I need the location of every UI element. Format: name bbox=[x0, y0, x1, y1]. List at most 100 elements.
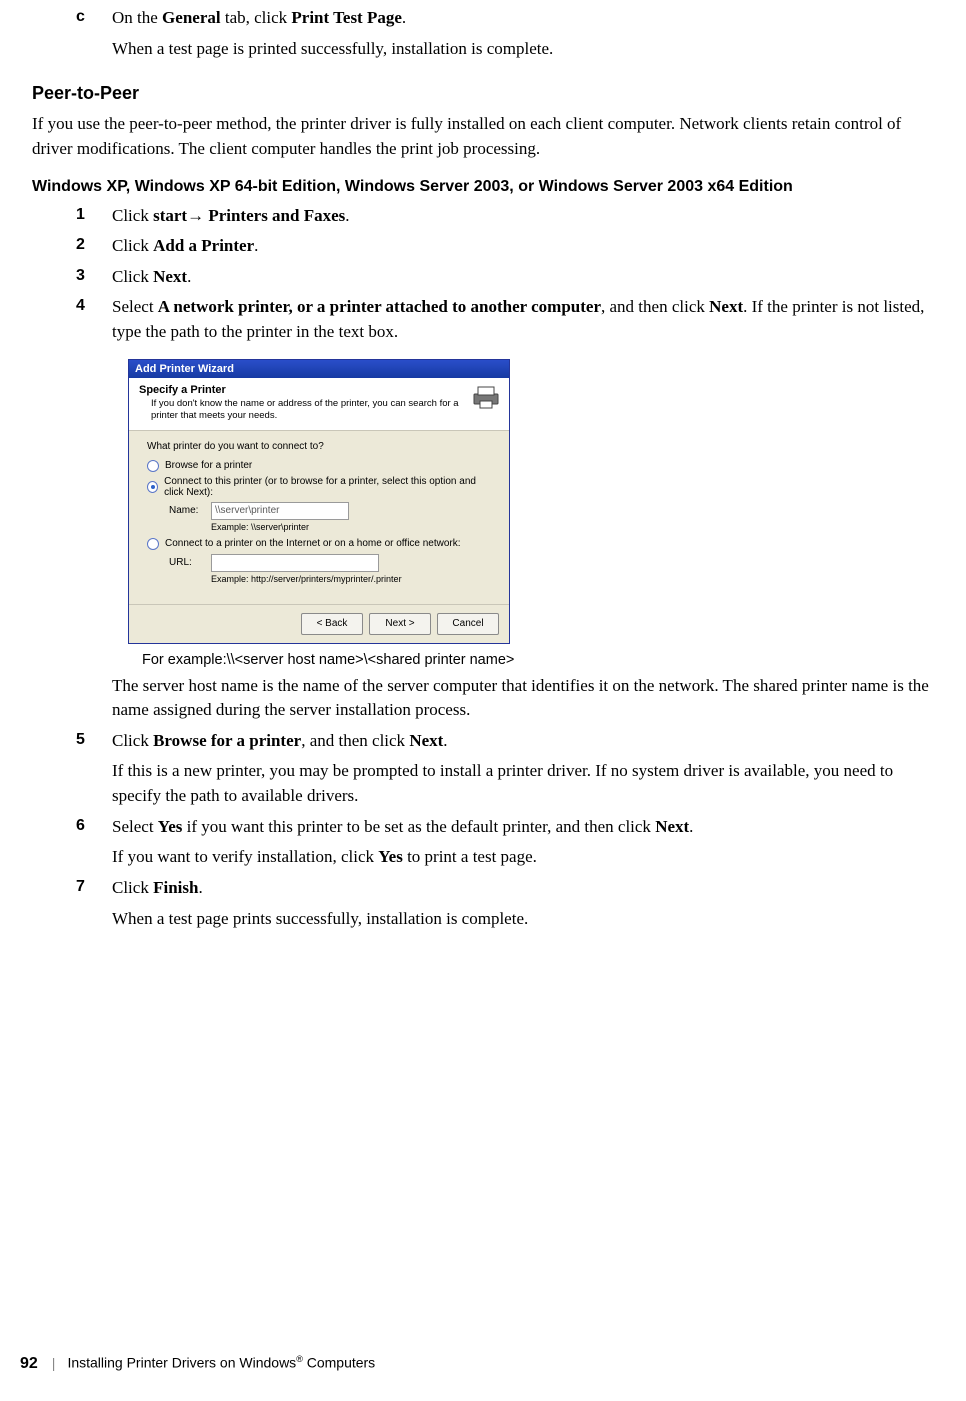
text: . bbox=[345, 206, 349, 225]
bold-printers-faxes: Printers and Faxes bbox=[208, 206, 345, 225]
heading-windows-editions: Windows XP, Windows XP 64-bit Edition, W… bbox=[32, 178, 934, 196]
bold-next: Next bbox=[153, 267, 187, 286]
text: Click bbox=[112, 878, 153, 897]
step-mark: 3 bbox=[76, 265, 112, 285]
step-7-after: When a test page prints successfully, in… bbox=[112, 907, 934, 932]
text: . bbox=[254, 236, 258, 255]
wizard-window: Add Printer Wizard Specify a Printer If … bbox=[128, 359, 510, 644]
step-6-after: If you want to verify installation, clic… bbox=[112, 845, 934, 870]
radio-unselected-icon bbox=[147, 538, 159, 550]
bold-print-test-page: Print Test Page bbox=[291, 8, 402, 27]
radio-unselected-icon bbox=[147, 460, 159, 472]
text: . bbox=[402, 8, 406, 27]
wizard-header-subtitle: If you don't know the name or address of… bbox=[151, 398, 465, 422]
wizard-name-input[interactable]: \\server\printer bbox=[211, 502, 349, 520]
wizard-url-example: Example: http://server/printers/myprinte… bbox=[211, 574, 495, 584]
page-footer: 92 | Installing Printer Drivers on Windo… bbox=[20, 1354, 375, 1373]
heading-peer-to-peer: Peer-to-Peer bbox=[32, 83, 934, 104]
step-7: 7 Click Finish. bbox=[76, 876, 934, 901]
wizard-option-browse[interactable]: Browse for a printer bbox=[147, 460, 495, 472]
step-body: Click start→ Printers and Faxes. bbox=[112, 204, 934, 229]
step-3: 3 Click Next. bbox=[76, 265, 934, 290]
text: Select bbox=[112, 817, 158, 836]
wizard-titlebar: Add Printer Wizard bbox=[129, 360, 509, 378]
wizard-url-row: URL: bbox=[169, 554, 495, 572]
opt-connect-label: Connect to this printer (or to browse fo… bbox=[164, 476, 495, 498]
footer-title-post: Computers bbox=[303, 1355, 375, 1371]
bold-yes: Yes bbox=[158, 817, 183, 836]
step-body: Click Next. bbox=[112, 265, 934, 290]
step-body: Click Browse for a printer, and then cli… bbox=[112, 729, 934, 754]
wizard-screenshot: Add Printer Wizard Specify a Printer If … bbox=[128, 359, 508, 644]
text: . bbox=[187, 267, 191, 286]
step-6: 6 Select Yes if you want this printer to… bbox=[76, 815, 934, 840]
step-body: Select Yes if you want this printer to b… bbox=[112, 815, 934, 840]
wizard-body: What printer do you want to connect to? … bbox=[129, 431, 509, 604]
text: Click bbox=[112, 236, 153, 255]
wizard-option-connect-name[interactable]: Connect to this printer (or to browse fo… bbox=[147, 476, 495, 498]
printer-icon bbox=[471, 384, 501, 410]
text: if you want this printer to be set as th… bbox=[182, 817, 655, 836]
step-body: Select A network printer, or a printer a… bbox=[112, 295, 934, 344]
arrow: → bbox=[187, 206, 208, 225]
step-mark: 7 bbox=[76, 876, 112, 896]
step-mark: 6 bbox=[76, 815, 112, 835]
wizard-back-button[interactable]: < Back bbox=[301, 613, 363, 635]
bold-next: Next bbox=[409, 731, 443, 750]
bold-yes: Yes bbox=[378, 847, 403, 866]
text: tab, click bbox=[221, 8, 292, 27]
text: Click bbox=[112, 206, 153, 225]
substep-c-after: When a test page is printed successfully… bbox=[112, 37, 934, 62]
text: . bbox=[689, 817, 693, 836]
opt-browse-label: rowse for a printer bbox=[172, 460, 253, 471]
text: Click bbox=[112, 731, 153, 750]
step-4-after: The server host name is the name of the … bbox=[112, 674, 934, 723]
step-mark: 4 bbox=[76, 295, 112, 315]
wizard-name-row: Name: \\server\printer bbox=[169, 502, 495, 520]
url-label: URL: bbox=[169, 557, 209, 568]
text: , and then click bbox=[601, 297, 709, 316]
text: If you want to verify installation, clic… bbox=[112, 847, 378, 866]
step-mark: 2 bbox=[76, 234, 112, 254]
step-5-after: If this is a new printer, you may be pro… bbox=[112, 759, 934, 808]
footer-title-pre: Installing Printer Drivers on Windows bbox=[67, 1355, 296, 1371]
text: , and then click bbox=[301, 731, 409, 750]
page-number: 92 bbox=[20, 1355, 38, 1373]
wizard-url-input[interactable] bbox=[211, 554, 379, 572]
opt-url-label: Connect to a printer on the Internet or … bbox=[165, 538, 461, 549]
name-label: Name: bbox=[169, 505, 209, 516]
step-4: 4 Select A network printer, or a printer… bbox=[76, 295, 934, 344]
wizard-name-example: Example: \\server\printer bbox=[211, 522, 495, 532]
bold-next: Next bbox=[709, 297, 743, 316]
text: On the bbox=[112, 8, 162, 27]
substep-mark: c bbox=[76, 6, 112, 26]
wizard-question: What printer do you want to connect to? bbox=[147, 441, 495, 452]
wizard-option-connect-url[interactable]: Connect to a printer on the Internet or … bbox=[147, 538, 495, 550]
bold-browse-for-a-printer: Browse for a printer bbox=[153, 731, 301, 750]
wizard-header-title: Specify a Printer bbox=[139, 384, 465, 396]
wizard-footer: < Back Next > Cancel bbox=[129, 604, 509, 643]
step-2: 2 Click Add a Printer. bbox=[76, 234, 934, 259]
wizard-header: Specify a Printer If you don't know the … bbox=[129, 378, 509, 431]
substep-body: On the General tab, click Print Test Pag… bbox=[112, 6, 934, 31]
step-body: Click Add a Printer. bbox=[112, 234, 934, 259]
text: . bbox=[443, 731, 447, 750]
wizard-cancel-button[interactable]: Cancel bbox=[437, 613, 499, 635]
wizard-next-button[interactable]: Next > bbox=[369, 613, 431, 635]
footer-separator: | bbox=[52, 1355, 56, 1371]
bold-next: Next bbox=[655, 817, 689, 836]
bold-add-a-printer: Add a Printer bbox=[153, 236, 254, 255]
text: . bbox=[198, 878, 202, 897]
wizard-example-caption: For example:\\<server host name>\<shared… bbox=[142, 652, 934, 668]
step-1: 1 Click start→ Printers and Faxes. bbox=[76, 204, 934, 229]
step-mark: 5 bbox=[76, 729, 112, 749]
step-5: 5 Click Browse for a printer, and then c… bbox=[76, 729, 934, 754]
peer-paragraph: If you use the peer-to-peer method, the … bbox=[32, 112, 934, 161]
text: Click bbox=[112, 267, 153, 286]
registered-icon: ® bbox=[296, 1354, 303, 1364]
step-mark: 1 bbox=[76, 204, 112, 224]
text: Select bbox=[112, 297, 158, 316]
text: to print a test page. bbox=[403, 847, 537, 866]
bold-general: General bbox=[162, 8, 221, 27]
bold-start: start bbox=[153, 206, 187, 225]
